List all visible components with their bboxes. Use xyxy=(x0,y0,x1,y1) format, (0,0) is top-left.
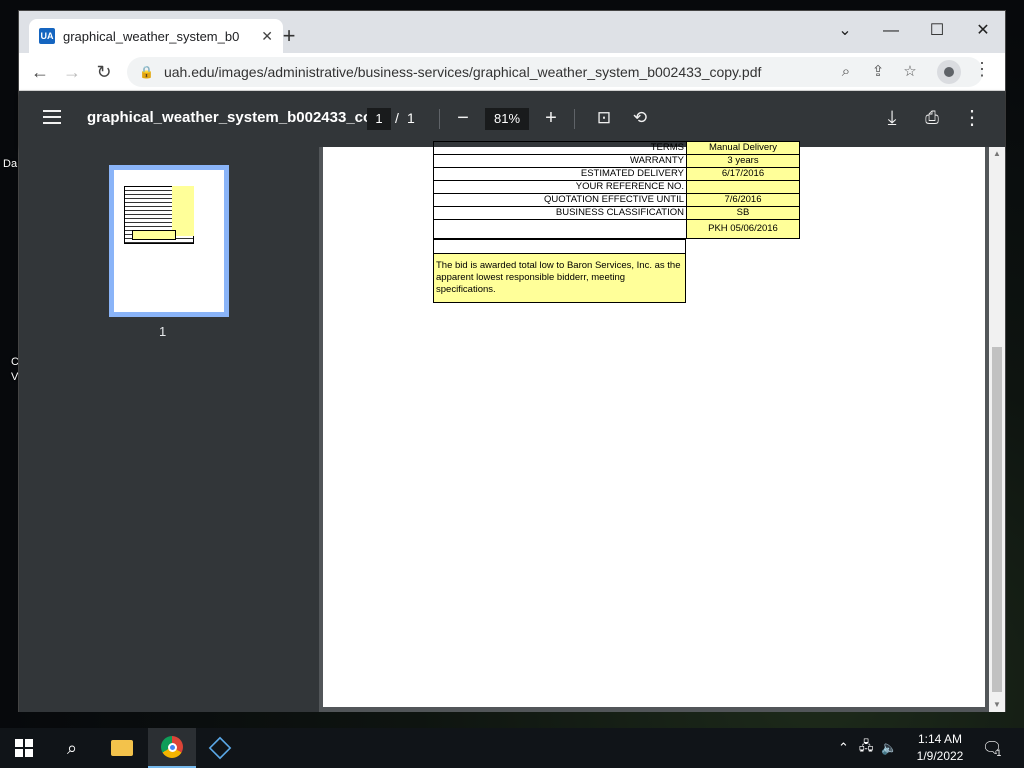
scroll-up-icon[interactable]: ▲ xyxy=(989,147,1005,161)
clock-time: 1:14 AM xyxy=(917,732,963,746)
table-row: WARRANTY 3 years xyxy=(433,154,800,168)
maximize-button[interactable]: ☐ xyxy=(917,17,957,45)
chevron-up-icon[interactable]: ⌃ xyxy=(838,740,849,756)
table-row: TERMS Manual Delivery xyxy=(433,141,800,155)
row-label: ESTIMATED DELIVERY xyxy=(433,167,687,181)
zoom-icon[interactable]: ⌕ xyxy=(835,61,857,83)
table-row: BUSINESS CLASSIFICATION SB xyxy=(433,206,800,220)
new-tab-button[interactable]: + xyxy=(277,25,301,49)
browser-menu-icon[interactable]: ⋮ xyxy=(973,59,991,80)
virtualbox-icon xyxy=(208,736,232,760)
address-bar[interactable]: 🔒 uah.edu/images/administrative/business… xyxy=(127,57,983,87)
pdf-page: TERMS Manual Delivery WARRANTY 3 years E… xyxy=(323,141,985,707)
system-tray: ⌃ 🖧 🔈 xyxy=(838,728,898,768)
row-value: SB xyxy=(686,206,800,220)
bookmark-star-icon[interactable]: ☆ xyxy=(899,61,921,83)
tab-search-icon[interactable]: ⌄ xyxy=(825,17,865,45)
row-value: Manual Delivery xyxy=(686,141,800,155)
row-value xyxy=(686,180,800,194)
rotate-icon[interactable]: ⟲ xyxy=(628,107,652,131)
notification-center-icon[interactable]: 🗨 1 xyxy=(982,728,1002,768)
table-row: PKH 05/06/2016 xyxy=(433,219,800,239)
volume-muted-icon[interactable]: 🔈 xyxy=(881,740,897,756)
start-button[interactable] xyxy=(0,728,48,768)
desktop-icon-label[interactable]: Da xyxy=(3,158,17,170)
row-label: QUOTATION EFFECTIVE UNTIL xyxy=(433,193,687,207)
pdf-viewport: TERMS Manual Delivery WARRANTY 3 years E… xyxy=(319,141,1005,712)
clock-date: 1/9/2022 xyxy=(916,749,964,763)
vertical-scrollbar[interactable]: ▲ ▼ xyxy=(989,147,1005,712)
browser-toolbar: ← → ↻ 🔒 uah.edu/images/administrative/bu… xyxy=(19,53,1005,91)
url-text: uah.edu/images/administrative/business-s… xyxy=(163,64,762,80)
reload-button[interactable]: ↻ xyxy=(91,59,117,85)
row-label: BUSINESS CLASSIFICATION xyxy=(433,206,687,220)
browser-tab[interactable]: UA graphical_weather_system_b002433_copy… xyxy=(29,19,283,53)
chrome-icon xyxy=(161,736,183,758)
file-explorer-button[interactable] xyxy=(98,728,146,768)
print-icon[interactable]: ⎙ xyxy=(920,107,944,131)
back-button[interactable]: ← xyxy=(27,59,53,85)
minimize-button[interactable]: — xyxy=(871,17,911,45)
browser-window: UA graphical_weather_system_b002433_copy… xyxy=(18,10,1006,712)
award-note: The bid is awarded total low to Baron Se… xyxy=(433,253,686,303)
notification-count: 1 xyxy=(996,748,1002,758)
table-row: ESTIMATED DELIVERY 6/17/2016 xyxy=(433,167,800,181)
scroll-down-icon[interactable]: ▼ xyxy=(989,698,1005,712)
table-row: YOUR REFERENCE NO. xyxy=(433,180,800,194)
fit-page-icon[interactable]: ⊡ xyxy=(592,107,616,131)
pdf-toolbar: graphical_weather_system_b002433_co... 1… xyxy=(19,91,1005,147)
profile-avatar[interactable] xyxy=(937,60,961,84)
thumbnail-highlight-preview xyxy=(172,186,194,236)
thumbnail-sidebar: 1 xyxy=(19,147,319,712)
row-value: 6/17/2016 xyxy=(686,167,800,181)
folder-icon xyxy=(111,740,133,756)
more-actions-icon[interactable]: ⋮ xyxy=(960,107,984,131)
zoom-level-input[interactable]: 81% xyxy=(485,108,529,130)
virtualbox-taskbar-button[interactable] xyxy=(196,728,244,768)
zoom-out-button[interactable]: − xyxy=(451,107,475,131)
pdf-title: graphical_weather_system_b002433_co... xyxy=(87,109,385,126)
share-icon[interactable]: ⇪ xyxy=(867,61,889,83)
site-favicon-icon: UA xyxy=(39,28,55,44)
signoff-value: PKH 05/06/2016 xyxy=(686,219,800,239)
row-value: 7/6/2016 xyxy=(686,193,800,207)
row-label: YOUR REFERENCE NO. xyxy=(433,180,687,194)
sidebar-menu-icon[interactable] xyxy=(43,110,61,124)
page-number-input[interactable]: 1 xyxy=(367,108,391,130)
title-bar: UA graphical_weather_system_b002433_copy… xyxy=(19,11,1005,53)
windows-logo-icon xyxy=(15,739,33,757)
thumbnail-note-preview xyxy=(132,230,176,240)
row-label xyxy=(433,219,687,239)
scrollbar-thumb[interactable] xyxy=(992,347,1002,692)
taskbar-clock[interactable]: 1:14 AM 1/9/2022 xyxy=(910,731,970,765)
close-window-button[interactable]: ✕ xyxy=(963,17,1003,45)
page-separator: / xyxy=(395,110,399,126)
page-thumbnail[interactable] xyxy=(109,165,229,317)
chrome-taskbar-button[interactable] xyxy=(148,728,196,768)
close-tab-icon[interactable]: ✕ xyxy=(261,28,273,45)
lock-icon[interactable]: 🔒 xyxy=(139,65,154,79)
row-value: 3 years xyxy=(686,154,800,168)
quotation-table: TERMS Manual Delivery WARRANTY 3 years E… xyxy=(433,141,800,239)
network-icon[interactable]: 🖧 xyxy=(859,737,874,759)
row-label: WARRANTY xyxy=(433,154,687,168)
table-row: QUOTATION EFFECTIVE UNTIL 7/6/2016 xyxy=(433,193,800,207)
toolbar-divider xyxy=(439,109,440,129)
download-icon[interactable]: ⤓ xyxy=(880,107,904,131)
tab-title: graphical_weather_system_b002433_copy.pd… xyxy=(63,28,239,44)
taskbar: ⌕ ⌃ 🖧 🔈 1:14 AM 1/9/2022 🗨 1 xyxy=(0,728,1024,768)
search-icon[interactable]: ⌕ xyxy=(48,728,96,768)
row-label: TERMS xyxy=(433,141,687,155)
page-total: 1 xyxy=(407,110,415,126)
forward-button[interactable]: → xyxy=(59,59,85,85)
toolbar-divider xyxy=(574,109,575,129)
zoom-in-button[interactable]: + xyxy=(539,107,563,131)
blank-row xyxy=(433,239,686,253)
thumbnail-page-label: 1 xyxy=(159,324,167,339)
